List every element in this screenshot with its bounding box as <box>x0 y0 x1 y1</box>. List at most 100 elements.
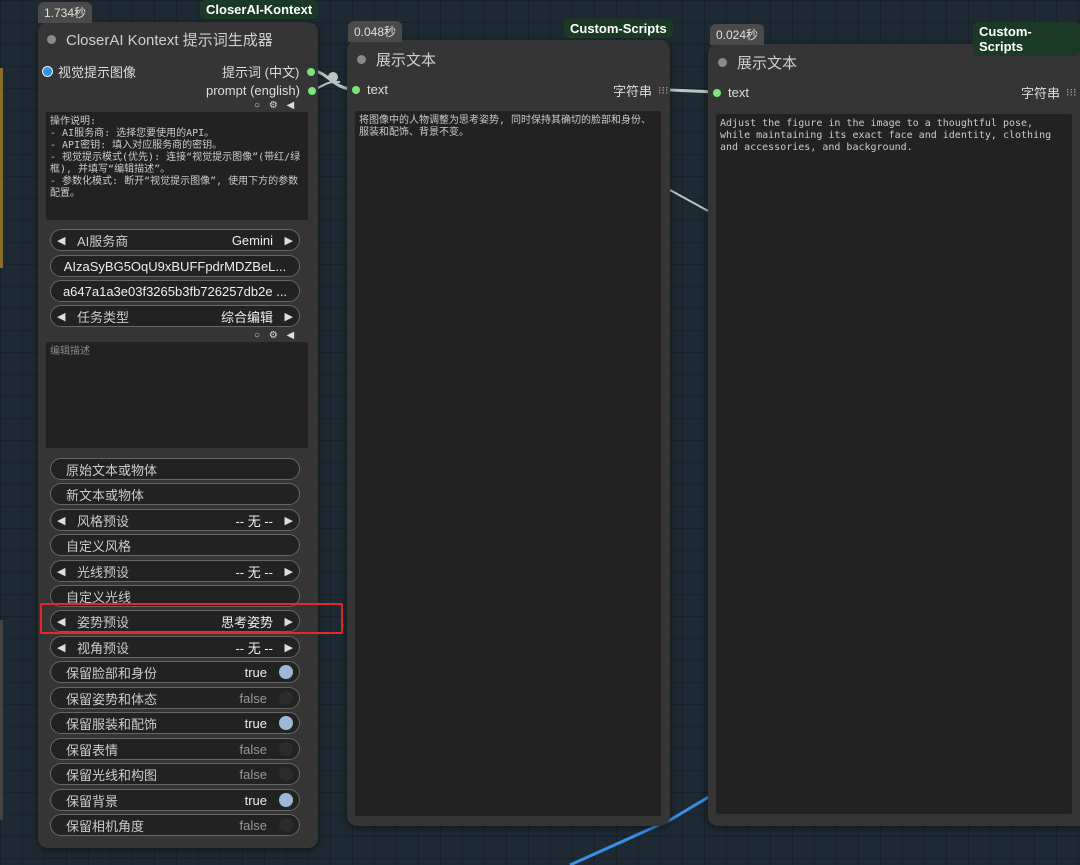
toggle-knob-icon[interactable] <box>279 742 293 756</box>
input-text-slot[interactable]: text <box>352 82 388 97</box>
pose-preset-highlight-box <box>40 603 343 634</box>
collapse-dot-icon[interactable] <box>47 35 56 44</box>
input-slot-icon[interactable] <box>352 85 360 94</box>
widget-value: 综合编辑 <box>220 309 273 325</box>
node-title-label: 展示文本 <box>376 52 437 69</box>
toggle-label: 保留服装和配饰 <box>66 716 158 732</box>
widget-value: Gemini <box>231 232 273 248</box>
node-title[interactable]: 展示文本 <box>357 49 436 70</box>
api-key-input-1[interactable]: AIzaSyBG5OqU9xBUFFpdrMDZBeL... <box>50 255 300 277</box>
original-text-input[interactable]: 原始文本或物体 <box>50 458 300 480</box>
arrow-right-icon[interactable]: ▶ <box>285 310 293 323</box>
node-category-badge: Custom-Scripts <box>564 19 673 38</box>
arrow-right-icon[interactable]: ▶ <box>285 234 293 247</box>
node-execution-time: 1.734秒 <box>38 2 93 23</box>
collapse-dot-icon[interactable] <box>718 58 727 67</box>
input-slot-label: text <box>728 85 749 100</box>
output-slot-label: 字符串 <box>613 84 653 99</box>
toggle-label: 保留表情 <box>66 742 119 758</box>
toggle-label: 保留脸部和身份 <box>66 665 158 681</box>
output-slot-icon[interactable] <box>307 86 316 95</box>
arrow-left-icon[interactable]: ◀ <box>57 310 65 323</box>
toggle-knob-icon[interactable] <box>279 691 293 705</box>
toggle-label: 保留相机角度 <box>66 818 145 834</box>
new-text-input[interactable]: 新文本或物体 <box>50 483 300 505</box>
toggle-knob-icon[interactable] <box>279 665 293 679</box>
toggle-keep-clothing[interactable]: 保留服装和配饰 true <box>50 712 300 734</box>
light-preset-select[interactable]: ◀ 光线预设 -- 无 -- ▶ <box>50 560 300 582</box>
widget-value: a647a1a3e03f3265b3fb726257db2e ... <box>62 283 288 299</box>
toggle-knob-icon[interactable] <box>279 767 293 781</box>
input-slot-label: text <box>367 82 388 97</box>
widget-label: 风格预设 <box>77 513 130 529</box>
widget-label: 自定义风格 <box>66 538 132 554</box>
output-slot-label: 字符串 <box>1021 86 1061 101</box>
arrow-left-icon[interactable]: ◀ <box>57 641 65 654</box>
widget-value: AIzaSyBG5OqU9xBUFFpdrMDZBeL... <box>63 258 287 274</box>
ai-provider-select[interactable]: ◀ AI服务商 Gemini ▶ <box>50 229 300 251</box>
node-title-label: CloserAI Kontext 提示词生成器 <box>66 32 273 49</box>
angle-preset-select[interactable]: ◀ 视角预设 -- 无 -- ▶ <box>50 636 300 658</box>
arrow-right-icon[interactable]: ▶ <box>285 514 293 527</box>
widget-label: 任务类型 <box>77 309 130 325</box>
arrow-left-icon[interactable]: ◀ <box>57 234 65 247</box>
toggle-keep-camera-angle[interactable]: 保留相机角度 false <box>50 814 300 836</box>
toggle-keep-pose[interactable]: 保留姿势和体态 false <box>50 687 300 709</box>
arrow-right-icon[interactable]: ▶ <box>285 641 293 654</box>
node-execution-time: 0.024秒 <box>710 24 765 45</box>
toggle-knob-icon[interactable] <box>279 793 293 807</box>
arrow-left-icon[interactable]: ◀ <box>57 514 65 527</box>
api-key-input-2[interactable]: a647a1a3e03f3265b3fb726257db2e ... <box>50 280 300 302</box>
toggle-value: true <box>244 664 267 680</box>
collapse-dot-icon[interactable] <box>357 55 366 64</box>
grid-handle-icon[interactable]: ⁝⁝⁝ <box>658 84 669 97</box>
node-title-label: 展示文本 <box>737 55 798 72</box>
widget-value: -- 无 -- <box>235 640 273 656</box>
widget-label: 视角预设 <box>77 640 130 656</box>
node-category-badge: Custom-Scripts <box>973 22 1080 56</box>
display-text-area[interactable]: Adjust the figure in the image to a thou… <box>716 114 1072 814</box>
toggle-keep-face[interactable]: 保留脸部和身份 true <box>50 661 300 683</box>
toggle-value: true <box>244 715 267 731</box>
task-type-select[interactable]: ◀ 任务类型 综合编辑 ▶ <box>50 305 300 327</box>
toggle-keep-background[interactable]: 保留背景 true <box>50 789 300 811</box>
widget-label: AI服务商 <box>77 233 129 249</box>
input-visual-prompt-image[interactable]: 视觉提示图像 <box>42 62 136 81</box>
node-title[interactable]: CloserAI Kontext 提示词生成器 <box>47 29 273 50</box>
toggle-knob-icon[interactable] <box>279 818 293 832</box>
toggle-label: 保留光线和构图 <box>66 767 158 783</box>
toggle-value: false <box>239 690 267 706</box>
toggle-value: true <box>244 792 267 808</box>
input-text-slot[interactable]: text <box>713 85 749 100</box>
output-slot-label: prompt (english) <box>206 83 300 98</box>
edit-description-textarea[interactable]: 编辑描述 <box>46 342 308 448</box>
grid-handle-icon[interactable]: ⁝⁝⁝ <box>1066 86 1077 99</box>
instructions-textarea[interactable]: 操作说明: - AI服务商: 选择您要使用的API。 - API密钥: 填入对应… <box>46 112 308 220</box>
toggle-keep-lighting[interactable]: 保留光线和构图 false <box>50 763 300 785</box>
widget-label: 光线预设 <box>77 564 130 580</box>
output-prompt-chinese[interactable]: 提示词 (中文) <box>222 62 316 81</box>
textarea-tool-icons[interactable]: ○ ⚙ ◀ <box>254 100 297 111</box>
arrow-left-icon[interactable]: ◀ <box>57 565 65 578</box>
toggle-keep-expression[interactable]: 保留表情 false <box>50 738 300 760</box>
toggle-knob-icon[interactable] <box>279 716 293 730</box>
output-slot-label: 提示词 (中文) <box>222 65 300 80</box>
toggle-value: false <box>239 766 267 782</box>
node-category-badge: CloserAI-Kontext <box>200 0 319 19</box>
input-slot-icon[interactable] <box>713 88 721 97</box>
toggle-label: 保留姿势和体态 <box>66 691 158 707</box>
node-title[interactable]: 展示文本 <box>718 52 797 73</box>
arrow-right-icon[interactable]: ▶ <box>285 565 293 578</box>
output-string-slot[interactable]: 字符串 ⁝⁝⁝ <box>1021 83 1077 102</box>
display-text-area[interactable]: 将图像中的人物调整为思考姿势, 同时保持其确切的脸部和身份、服装和配饰、背景不变… <box>355 111 661 816</box>
widget-label: 新文本或物体 <box>66 487 145 503</box>
output-string-slot[interactable]: 字符串 ⁝⁝⁝ <box>613 81 669 100</box>
custom-style-input[interactable]: 自定义风格 <box>50 534 300 556</box>
output-slot-icon[interactable] <box>307 67 316 76</box>
textarea-tool-icons[interactable]: ○ ⚙ ◀ <box>254 330 297 341</box>
toggle-label: 保留背景 <box>66 793 119 809</box>
widget-label: 原始文本或物体 <box>66 462 158 478</box>
output-prompt-english[interactable]: prompt (english) <box>206 83 316 98</box>
input-slot-icon[interactable] <box>42 66 53 77</box>
style-preset-select[interactable]: ◀ 风格预设 -- 无 -- ▶ <box>50 509 300 531</box>
